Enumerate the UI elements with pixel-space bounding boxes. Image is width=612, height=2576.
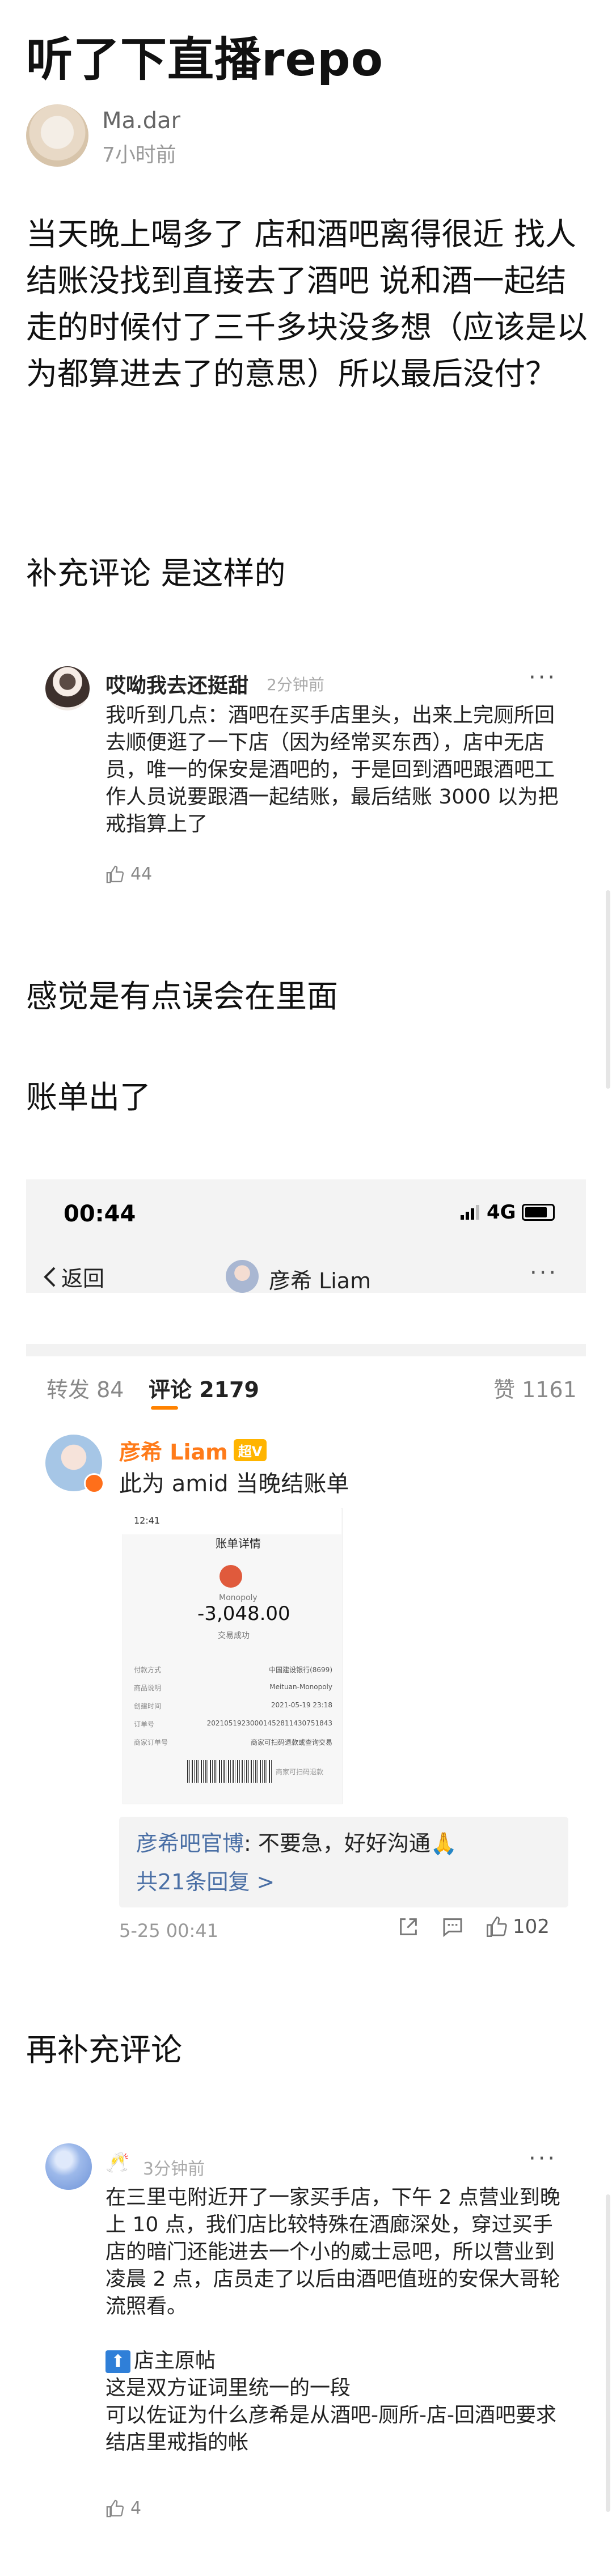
nav-avatar[interactable] (226, 1260, 259, 1293)
thumb-up-icon (487, 1916, 507, 1937)
back-button[interactable]: 返回 (42, 1261, 104, 1292)
verified-badge-icon (84, 1473, 104, 1494)
status-time: 00:44 (64, 1201, 136, 1227)
receipt-row: 商家订单号 商家可扫码退款或查询交易 (134, 1739, 332, 1746)
reply-text: : 不要急，好好沟通🙏 (244, 1831, 458, 1856)
commenter-name-row[interactable]: 彦希 Liam 超V (119, 1435, 267, 1466)
quote1-avatar[interactable] (45, 666, 90, 710)
nav-more-icon[interactable]: ··· (530, 1260, 558, 1286)
cheers-emoji: 🥂 (105, 2151, 130, 2174)
quote2-text: 在三里屯附近开了一家买手店，下午 2 点营业到晚上 10 点，我们店比较特殊在酒… (105, 2184, 565, 2456)
receipt-status: 交易成功 (218, 1631, 250, 1640)
post-paragraph-1: 当天晚上喝多了 店和酒吧离得很近 找人结账没找到直接去了酒吧 说和酒一起结 走的… (26, 216, 588, 392)
post-paragraph-3: 感觉是有点误会在里面 (26, 978, 339, 1014)
reply-preview[interactable]: 彦希吧官博: 不要急，好好沟通🙏 (136, 1826, 457, 1857)
merchant-logo-icon (220, 1565, 242, 1588)
reply-author[interactable]: 彦希吧官博 (136, 1831, 244, 1856)
divider (26, 1344, 586, 1356)
post-title: 听了下直播repo (26, 33, 384, 87)
network-type: 4G (487, 1201, 516, 1224)
commenter-name[interactable]: 彦希 Liam (119, 1435, 228, 1466)
author-name[interactable]: Ma.dar (102, 108, 180, 134)
quote2-paragraph-2: 这是双方证词里统一的一段 可以佐证为什么彦希是从酒吧-厕所-店-回酒吧要求结店里… (105, 2376, 556, 2454)
thumb-up-icon (106, 2499, 124, 2517)
comment-actions: 102 (397, 1915, 550, 1938)
status-indicators: 4G (461, 1201, 555, 1224)
receipt-statusbar: 12:41 (123, 1508, 341, 1534)
quote1-like-count: 44 (130, 864, 153, 884)
comment-icon[interactable] (441, 1915, 464, 1938)
comment-like-button[interactable]: 102 (486, 1915, 550, 1938)
chevron-left-icon (44, 1267, 56, 1287)
receipt-row: 订单号 20210519230001452811430751843 (134, 1719, 332, 1728)
quote1-text: 我听到几点：酒吧在买手店里头，出来上完厕所回去顺便逛了一下店（因为经常买东西），… (105, 704, 559, 836)
battery-icon (521, 1204, 555, 1221)
quote2-time: 3分钟前 (143, 2159, 205, 2179)
quote2-paragraph: 在三里屯附近开了一家买手店，下午 2 点营业到晚上 10 点，我们店比较特殊在酒… (105, 2186, 560, 2318)
post-time: 7小时前 (102, 143, 176, 167)
comment-text: 此为 amid 当晚结账单 (119, 1471, 349, 1497)
up-arrow-icon: ⬆ (105, 2350, 130, 2373)
receipt-row: 付款方式 中国建设银行(8699) (134, 1666, 332, 1674)
signal-icon (461, 1205, 479, 1220)
share-icon[interactable] (397, 1915, 420, 1938)
comment-like-count: 102 (513, 1915, 550, 1938)
receipt-amount: -3,048.00 (197, 1602, 290, 1625)
quote2-more-icon[interactable]: ··· (529, 2146, 557, 2172)
quote1-time: 2分钟前 (267, 675, 324, 694)
thumb-up-icon (106, 865, 124, 883)
barcode-label: 商家可扫码退款 (276, 1768, 324, 1776)
quote2-avatar[interactable] (45, 2143, 92, 2190)
receipt-merchant: Monopoly (219, 1593, 258, 1602)
receipt-title: 账单详情 (216, 1537, 261, 1550)
quote2-like-button[interactable]: 4 (105, 2498, 141, 2518)
view-replies-link[interactable]: 共21条回复 > (136, 1864, 275, 1896)
quote1-username[interactable]: 哎呦我去还挺甜 (105, 669, 248, 699)
tab-like[interactable]: 赞 1161 (493, 1372, 577, 1403)
active-tab-indicator (151, 1406, 178, 1410)
nav-username[interactable]: 彦希 Liam (269, 1263, 371, 1295)
quote2-like-count: 4 (130, 2498, 142, 2518)
quote1-like-button[interactable]: 44 (105, 864, 152, 884)
receipt-status-time: 12:41 (134, 1515, 161, 1526)
back-label: 返回 (61, 1266, 105, 1291)
vip-badge: 超V (233, 1439, 267, 1461)
tab-repost[interactable]: 转发 84 (47, 1372, 124, 1403)
scrollbar[interactable] (606, 2194, 610, 2512)
receipt-row: 商品说明 Meituan-Monopoly (134, 1683, 332, 1692)
comment-time: 5-25 00:41 (119, 1920, 219, 1941)
post-paragraph-2: 补充评论 是这样的 (26, 555, 286, 591)
receipt-row: 创建时间 2021-05-19 23:18 (134, 1701, 332, 1710)
post-paragraph-4: 账单出了 (26, 1079, 151, 1115)
tab-comment[interactable]: 评论 2179 (149, 1372, 259, 1403)
post-paragraph-5: 再补充评论 (26, 2032, 183, 2068)
barcode (187, 1760, 272, 1783)
author-avatar[interactable] (26, 104, 88, 167)
shop-owner-post-label: 店主原帖 (134, 2349, 216, 2372)
scrollbar[interactable] (606, 890, 610, 1089)
quote1-more-icon[interactable]: ··· (529, 665, 557, 691)
